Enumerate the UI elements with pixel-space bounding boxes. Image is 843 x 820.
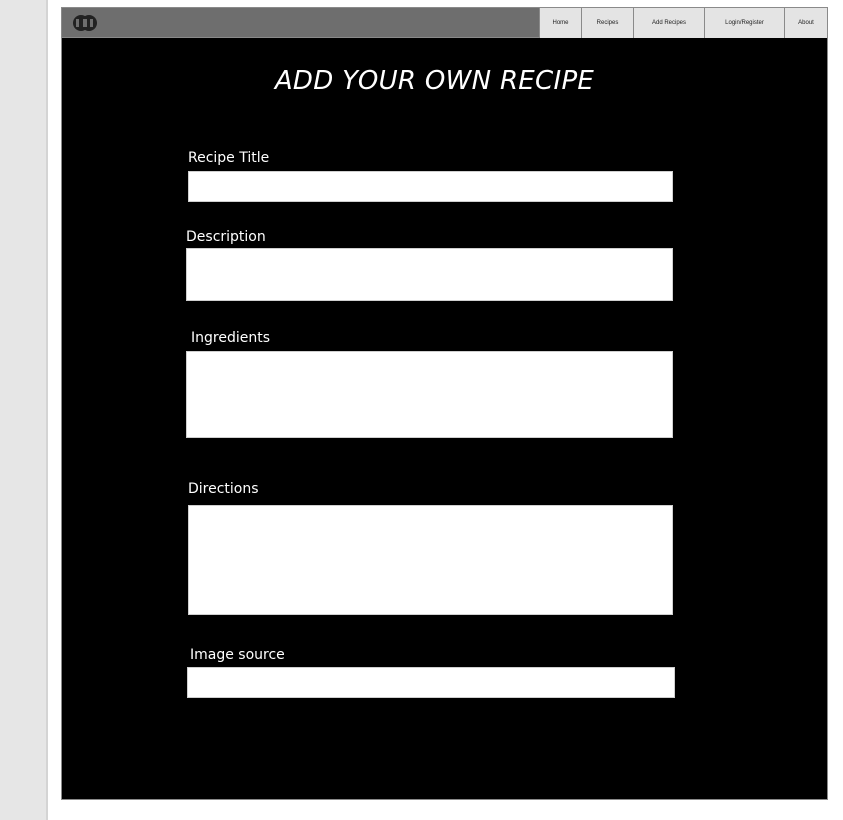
description-textarea[interactable]: [186, 248, 673, 301]
nav-recipes[interactable]: Recipes: [581, 8, 633, 38]
nav-home[interactable]: Home: [539, 8, 581, 38]
main-nav: Home Recipes Add Recipes Login/Register …: [539, 8, 827, 38]
ingredients-label: Ingredients: [191, 330, 270, 346]
image-source-label: Image source: [190, 647, 285, 663]
image-source-input[interactable]: [187, 667, 675, 698]
top-bar: Home Recipes Add Recipes Login/Register …: [62, 8, 827, 38]
nav-login-register[interactable]: Login/Register: [704, 8, 784, 38]
nav-about[interactable]: About: [784, 8, 827, 38]
directions-label: Directions: [188, 481, 259, 497]
recipe-title-label: Recipe Title: [188, 150, 270, 166]
recipe-title-input[interactable]: [188, 171, 673, 202]
nav-add-recipes[interactable]: Add Recipes: [633, 8, 704, 38]
description-label: Description: [186, 229, 266, 245]
logo-icon[interactable]: [72, 14, 98, 32]
page-title: ADD YOUR OWN RECIPE: [274, 66, 595, 96]
ingredients-textarea[interactable]: [186, 351, 673, 438]
app-frame: Home Recipes Add Recipes Login/Register …: [61, 7, 828, 800]
directions-textarea[interactable]: [188, 505, 673, 615]
